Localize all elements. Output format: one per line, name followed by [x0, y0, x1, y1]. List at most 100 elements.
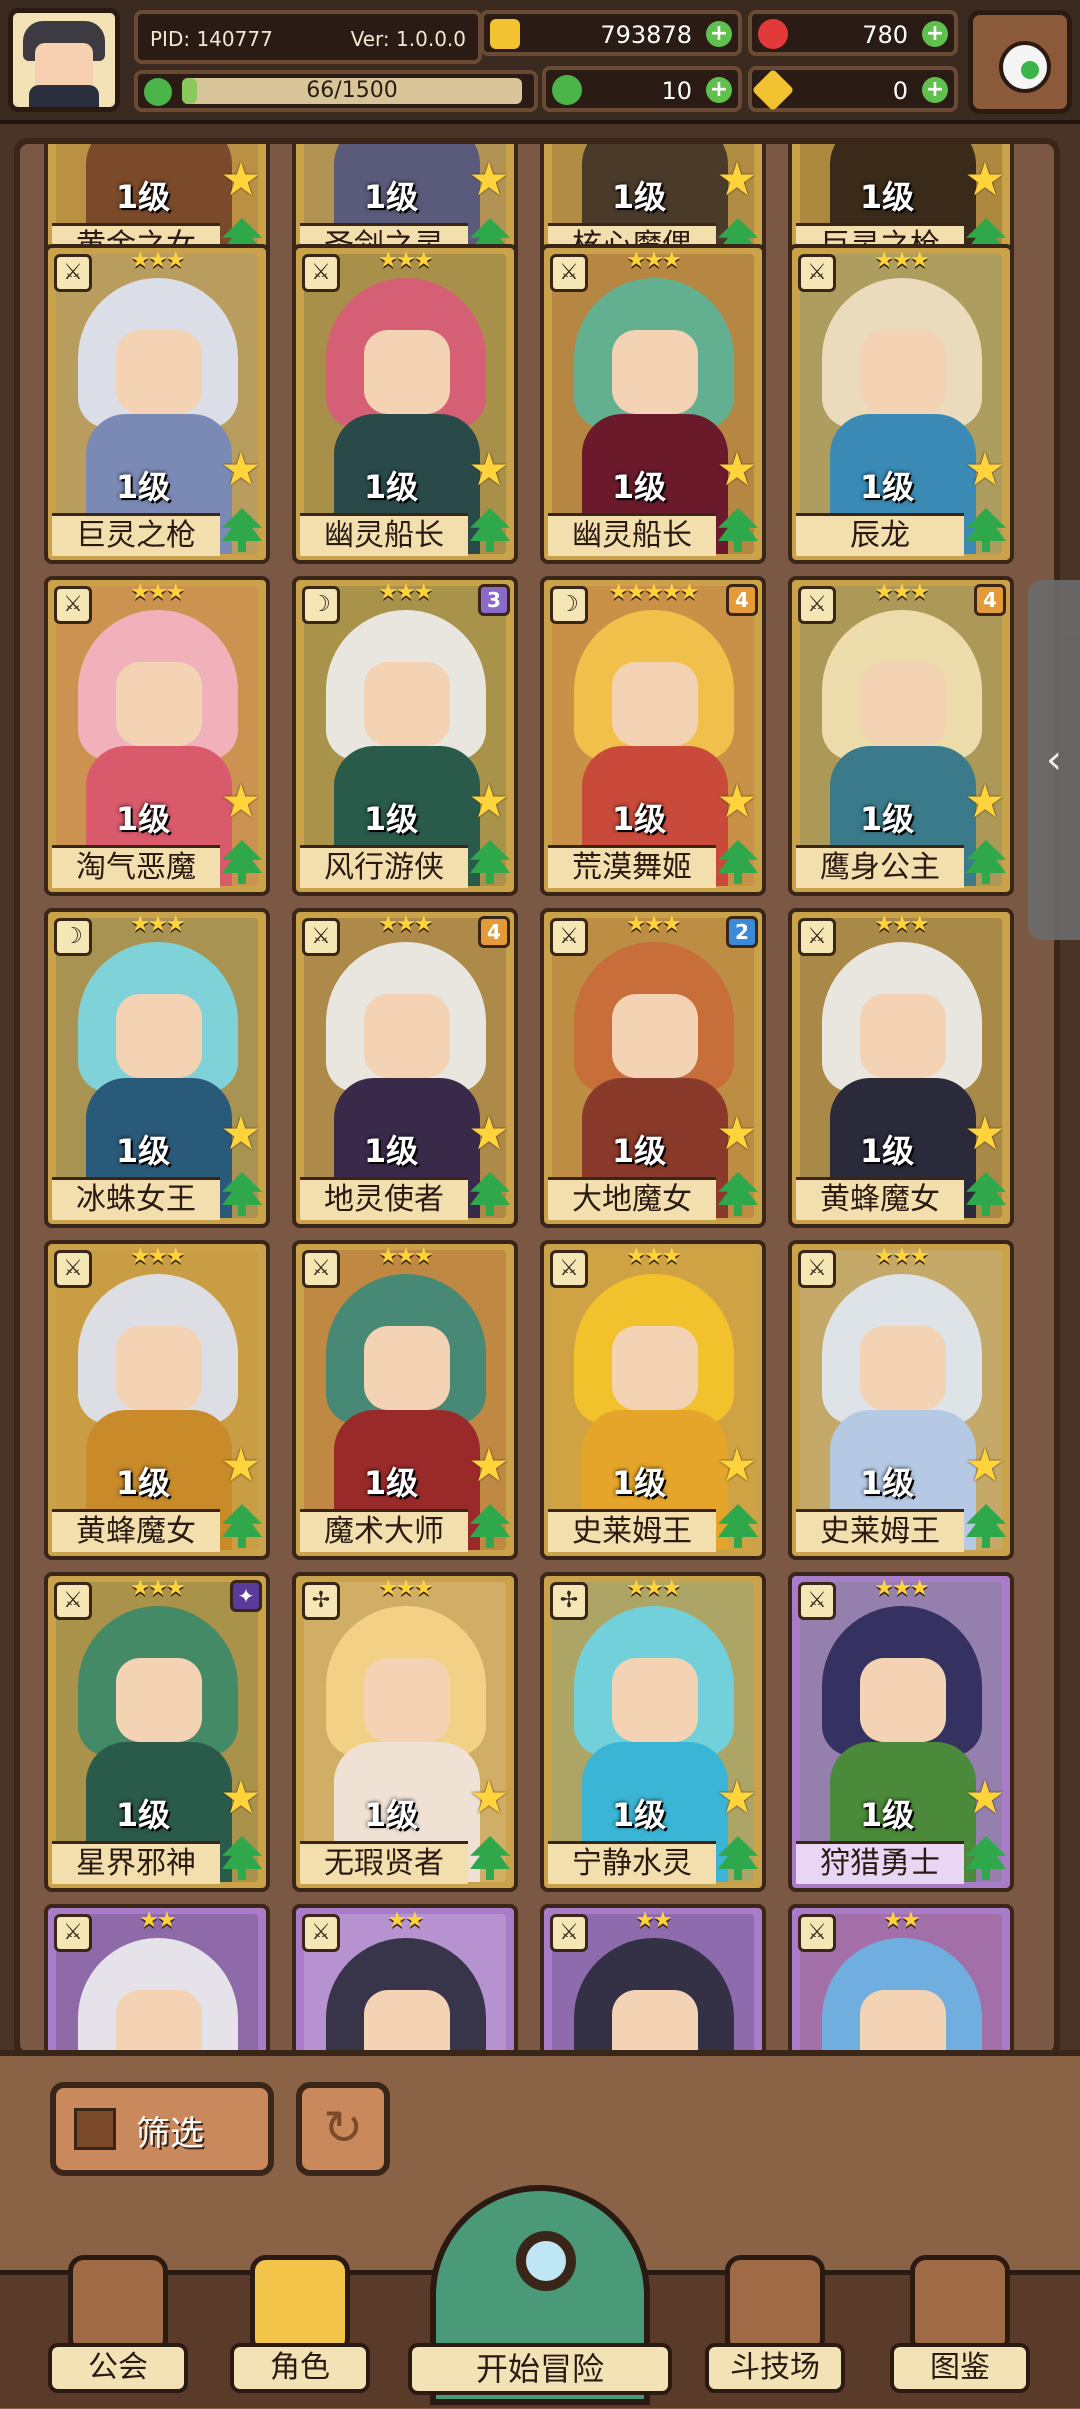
character-name: 风行游侠: [300, 845, 468, 888]
star-upgrade-icon[interactable]: ★: [218, 1774, 264, 1820]
character-card[interactable]: ⚔ ★★★ 1级 ★ 辰龙: [788, 244, 1014, 564]
rarity-stars: ★★★: [626, 1576, 681, 1601]
star-upgrade-icon[interactable]: ★: [218, 446, 264, 492]
character-card[interactable]: ⚔ ★★★ 1级 ★ 淘气恶魔: [44, 576, 270, 896]
character-card[interactable]: ⚔ ★★★ 1级 ★ 狩猎勇士: [788, 1572, 1014, 1892]
add-gold-button[interactable]: +: [706, 21, 732, 47]
star-upgrade-icon[interactable]: ★: [218, 778, 264, 824]
character-card[interactable]: ⚔ ★★★ 1级 ★ 史莱姆王: [788, 1240, 1014, 1560]
refresh-icon[interactable]: ↻: [296, 2082, 390, 2176]
character-name: 荒漠舞姬: [548, 845, 716, 888]
star-upgrade-icon[interactable]: ★: [962, 1110, 1008, 1156]
star-upgrade-icon[interactable]: ★: [218, 1110, 264, 1156]
portrait-face: [364, 1326, 450, 1410]
character-card[interactable]: ⚔ ★★★ 2 1级 ★ 大地魔女: [540, 908, 766, 1228]
character-name: 黄蜂魔女: [796, 1177, 964, 1220]
character-card[interactable]: ☽ ★★★ 3 1级 ★ 风行游侠: [292, 576, 518, 896]
character-portrait: [552, 1582, 754, 1882]
level-text: 1级: [611, 1132, 667, 1170]
character-name: 史莱姆王: [548, 1509, 716, 1552]
eye-pupil: [1021, 61, 1039, 79]
character-portrait: [552, 586, 754, 886]
avatar-body: [29, 85, 99, 107]
character-card[interactable]: ⚔ ★★: [540, 1904, 766, 2052]
rarity-stars: ★★: [387, 1908, 424, 1933]
character-card[interactable]: ⚔ ★★★ 1级 ★ 幽灵船长: [540, 244, 766, 564]
portrait-face: [612, 1990, 698, 2052]
start-adventure-button[interactable]: 开始冒险: [408, 2185, 672, 2405]
character-name: 大地魔女: [548, 1177, 716, 1220]
star-upgrade-icon[interactable]: ★: [466, 778, 512, 824]
player-id: PID: 140777: [150, 27, 273, 51]
character-card[interactable]: ✢ ★★★ 1级 ★ 无瑕贤者: [292, 1572, 518, 1892]
add-ticket-button[interactable]: +: [922, 77, 948, 103]
player-avatar[interactable]: [8, 8, 120, 112]
star-upgrade-icon[interactable]: ★: [962, 778, 1008, 824]
filter-button[interactable]: 筛选: [50, 2082, 274, 2176]
star-upgrade-icon[interactable]: ★: [466, 1442, 512, 1488]
character-card[interactable]: ⚔ ★★: [44, 1904, 270, 2052]
nav-character[interactable]: 角色: [230, 2255, 370, 2405]
character-portrait: [56, 918, 258, 1218]
nav-guild[interactable]: 公会: [48, 2255, 188, 2405]
nav-arena[interactable]: 斗技场: [705, 2255, 845, 2405]
nav-codex[interactable]: 图鉴: [890, 2255, 1030, 2405]
character-portrait: [56, 586, 258, 886]
character-card[interactable]: ⚔ ★★★ 1级 ★ 黄蜂魔女: [788, 908, 1014, 1228]
level-text: 1级: [859, 1132, 915, 1170]
character-card[interactable]: ⚔ ★★★ 1级 ★ 史莱姆王: [540, 1240, 766, 1560]
star-upgrade-icon[interactable]: ★: [714, 156, 760, 202]
character-card[interactable]: ⚔ ★★★ 1级 ★ 黄蜂魔女: [44, 1240, 270, 1560]
character-card[interactable]: ⚔ ★★★ 4 1级 ★ 地灵使者: [292, 908, 518, 1228]
character-card[interactable]: ☽ ★★★★★ 4 1级 ★ 荒漠舞姬: [540, 576, 766, 896]
character-card[interactable]: ⚔ ★★★ 1级 ★ 幽灵船长: [292, 244, 518, 564]
clover-counter: 10 +: [542, 66, 742, 112]
star-upgrade-icon[interactable]: ★: [714, 1774, 760, 1820]
add-gem-button[interactable]: +: [922, 21, 948, 47]
star-upgrade-icon[interactable]: ★: [218, 156, 264, 202]
star-upgrade-icon[interactable]: ★: [714, 446, 760, 492]
character-portrait: [552, 1250, 754, 1550]
portrait-face: [364, 662, 450, 746]
star-upgrade-icon[interactable]: ★: [466, 446, 512, 492]
character-portrait: [800, 586, 1002, 886]
gold-coin-icon: [490, 19, 520, 49]
star-upgrade-icon[interactable]: ★: [962, 446, 1008, 492]
star-upgrade-icon[interactable]: ★: [714, 778, 760, 824]
character-card[interactable]: ⚔ ★★: [788, 1904, 1014, 2052]
character-card[interactable]: ⚔ ★★★ 1级 ★ 巨灵之枪: [44, 244, 270, 564]
star-upgrade-icon[interactable]: ★: [714, 1442, 760, 1488]
star-upgrade-icon[interactable]: ★: [466, 1774, 512, 1820]
add-clover-button[interactable]: +: [706, 77, 732, 103]
rarity-stars: ★★★: [130, 912, 185, 937]
character-card[interactable]: ✢ ★★★ 1级 ★ 宁静水灵: [540, 1572, 766, 1892]
character-card[interactable]: ⚔ ★★★ 1级 ★ 魔术大师: [292, 1240, 518, 1560]
avatar-face: [35, 43, 93, 91]
nav-codex-label: 图鉴: [890, 2343, 1030, 2393]
star-upgrade-icon[interactable]: ★: [466, 156, 512, 202]
character-name: 巨灵之枪: [52, 513, 220, 556]
character-card[interactable]: ⚔ ★★★ ✦ 1级 ★ 星界邪神: [44, 1572, 270, 1892]
level-text: 1级: [859, 800, 915, 838]
level-text: 1级: [611, 468, 667, 506]
character-card[interactable]: ⚔ ★★★ 4 1级 ★ 鹰身公主: [788, 576, 1014, 896]
gem-value: 780: [862, 21, 908, 49]
ticket-value: 0: [892, 77, 908, 105]
star-upgrade-icon[interactable]: ★: [962, 1442, 1008, 1488]
character-grid: ⚔ ★★★ 1级 ★ 黄金之女 ⚔ ★★★ 1级 ★ 圣剑之灵 ⚔ ★★★ 1级…: [14, 138, 1060, 2058]
rank-badge: 2: [726, 916, 758, 948]
level-text: 1级: [115, 178, 171, 216]
star-upgrade-icon[interactable]: ★: [466, 1110, 512, 1156]
star-upgrade-icon[interactable]: ★: [218, 1442, 264, 1488]
star-upgrade-icon[interactable]: ★: [962, 1774, 1008, 1820]
rarity-stars: ★★★: [874, 912, 929, 937]
side-collapse-tab[interactable]: ‹: [1028, 580, 1080, 940]
star-upgrade-icon[interactable]: ★: [962, 156, 1008, 202]
character-card[interactable]: ☽ ★★★ 1级 ★ 冰蛛女王: [44, 908, 270, 1228]
settings-button[interactable]: [968, 10, 1072, 114]
stamina-icon: [144, 78, 172, 106]
rarity-stars: ★★: [139, 1908, 176, 1933]
character-card[interactable]: ⚔ ★★: [292, 1904, 518, 2052]
star-upgrade-icon[interactable]: ★: [714, 1110, 760, 1156]
portrait-face: [612, 1326, 698, 1410]
